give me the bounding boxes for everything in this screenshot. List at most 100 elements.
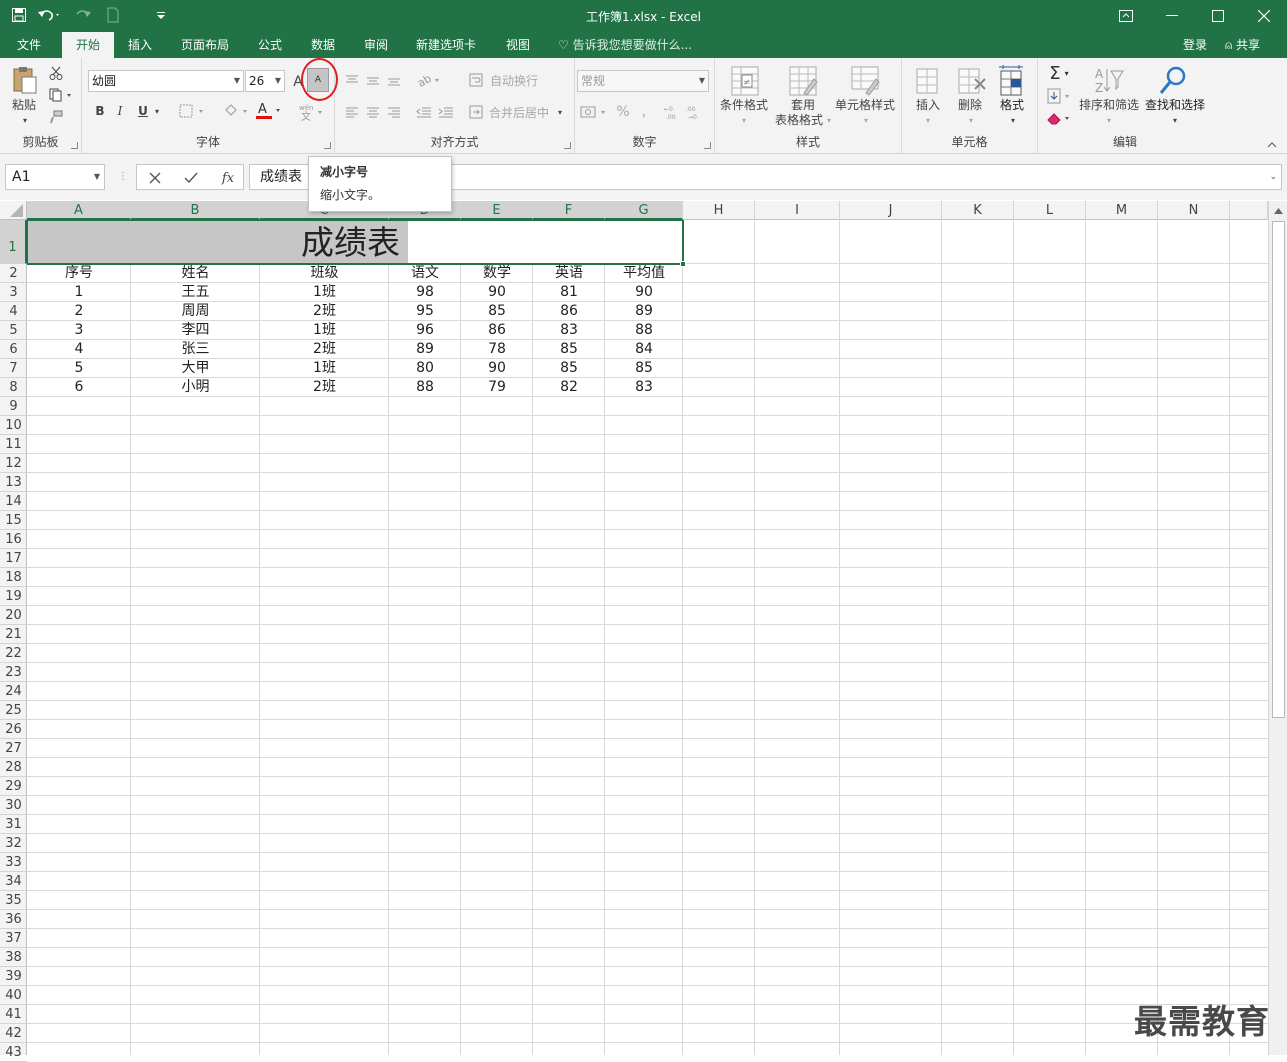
paste-dropdown-icon[interactable]: ▾ [20,116,30,125]
column-header-e[interactable]: E [461,201,533,220]
clear-icon[interactable] [1042,108,1076,128]
data-cell[interactable]: 李四 [131,321,260,340]
scrollbar-thumb[interactable] [1272,221,1285,718]
row-header-37[interactable]: 37 [0,929,27,948]
header-cell[interactable]: 数学 [461,264,533,283]
row-header-24[interactable]: 24 [0,682,27,701]
data-cell[interactable]: 85 [605,359,683,378]
worksheet-grid[interactable]: 成绩表 序号 姓名 班级 语文 数学 英语 平均值 1 王五 1班 98 90 81 90 2 周周 2班 95 8… [27,220,1268,1055]
comma-icon[interactable]: , [637,102,651,122]
cell-styles-icon[interactable] [849,64,881,98]
row-header-43[interactable]: 43 [0,1043,27,1062]
insert-cells-icon[interactable] [912,64,942,98]
conditional-formatting-label[interactable]: 条件格式 [715,98,773,113]
close-icon[interactable] [1241,0,1287,32]
delete-cells-icon[interactable] [954,64,988,98]
increase-indent-icon[interactable] [436,102,456,122]
data-cell[interactable]: 80 [389,359,461,378]
font-name-combo[interactable]: 幼圆 ▼ [88,70,244,92]
copy-icon[interactable] [47,86,75,104]
minimize-icon[interactable] [1149,0,1195,32]
row-header-7[interactable]: 7 [0,359,27,378]
underline-dropdown-icon[interactable]: ▾ [153,104,161,118]
data-cell[interactable]: 88 [605,321,683,340]
data-cell[interactable]: 王五 [131,283,260,302]
row-header-42[interactable]: 42 [0,1024,27,1043]
select-all-button[interactable] [0,201,27,220]
data-cell[interactable]: 5 [27,359,131,378]
data-cell[interactable]: 周周 [131,302,260,321]
align-right-icon[interactable] [384,102,404,122]
tab-page-layout[interactable]: 页面布局 [172,32,238,58]
data-cell[interactable]: 78 [461,340,533,359]
border-icon[interactable] [178,102,208,120]
font-launcher-icon[interactable] [324,142,331,149]
column-header-a[interactable]: A [27,201,131,220]
data-cell[interactable]: 大甲 [131,359,260,378]
data-cell[interactable]: 83 [533,321,605,340]
data-cell[interactable]: 83 [605,378,683,397]
column-header-o[interactable]: O [1230,201,1268,220]
cell-styles-label[interactable]: 单元格样式 [833,98,897,113]
column-header-n[interactable]: N [1158,201,1230,220]
font-color-icon[interactable]: A [254,100,284,122]
merge-center-label[interactable]: 合并后居中 [486,102,552,122]
data-cell[interactable]: 1班 [260,359,389,378]
header-cell[interactable]: 语文 [389,264,461,283]
find-select-label[interactable]: 查找和选择 [1142,98,1208,113]
row-header-33[interactable]: 33 [0,853,27,872]
column-header-f[interactable]: F [533,201,605,220]
column-header-l[interactable]: L [1014,201,1086,220]
data-cell[interactable]: 82 [533,378,605,397]
header-cell[interactable]: 平均值 [605,264,683,283]
format-dropdown-icon[interactable]: ▾ [1008,116,1018,125]
paste-icon[interactable] [8,64,40,96]
format-cells-label[interactable]: 格式 [990,98,1034,113]
accounting-format-icon[interactable] [579,102,611,122]
row-header-27[interactable]: 27 [0,739,27,758]
data-cell[interactable]: 3 [27,321,131,340]
format-as-table-label-1[interactable]: 套用 [773,98,833,113]
row-header-40[interactable]: 40 [0,986,27,1005]
row-header-8[interactable]: 8 [0,378,27,397]
wrap-text-label[interactable]: 自动换行 [486,70,542,90]
row-header-22[interactable]: 22 [0,644,27,663]
row-header-6[interactable]: 6 [0,340,27,359]
tab-file[interactable]: 文件 [0,32,58,58]
tab-view[interactable]: 视图 [496,32,540,58]
conditional-dropdown-icon[interactable]: ▾ [739,116,749,125]
row-header-5[interactable]: 5 [0,321,27,340]
row-header-16[interactable]: 16 [0,530,27,549]
chevron-down-icon[interactable]: ▼ [94,165,100,189]
column-header-j[interactable]: J [840,201,942,220]
tab-new-tab[interactable]: 新建选项卡 [406,32,486,58]
row-header-38[interactable]: 38 [0,948,27,967]
tab-home[interactable]: 开始 [62,32,114,58]
row-header-32[interactable]: 32 [0,834,27,853]
find-dropdown-icon[interactable]: ▾ [1170,116,1180,125]
row-header-39[interactable]: 39 [0,967,27,986]
tab-insert[interactable]: 插入 [118,32,162,58]
data-cell[interactable]: 1班 [260,283,389,302]
data-cell[interactable]: 89 [605,302,683,321]
data-cell[interactable]: 84 [605,340,683,359]
merge-dropdown-icon[interactable]: ▾ [555,104,565,120]
row-header-12[interactable]: 12 [0,454,27,473]
row-header-25[interactable]: 25 [0,701,27,720]
decrease-decimal-icon[interactable]: .00 →0 [685,102,705,122]
fill-icon[interactable] [1042,86,1076,106]
row-header-9[interactable]: 9 [0,397,27,416]
align-left-icon[interactable] [342,102,362,122]
format-as-table-label-2[interactable]: 表格格式 [769,113,829,128]
row-header-15[interactable]: 15 [0,511,27,530]
data-cell[interactable]: 90 [605,283,683,302]
row-header-17[interactable]: 17 [0,549,27,568]
align-center-icon[interactable] [363,102,383,122]
wrap-text-icon[interactable] [468,70,484,90]
data-cell[interactable]: 86 [533,302,605,321]
data-cell[interactable]: 2 [27,302,131,321]
sort-filter-label[interactable]: 排序和筛选 [1076,98,1142,113]
row-header-21[interactable]: 21 [0,625,27,644]
enter-icon[interactable] [181,169,201,187]
insert-function-icon[interactable]: fx [217,168,239,188]
